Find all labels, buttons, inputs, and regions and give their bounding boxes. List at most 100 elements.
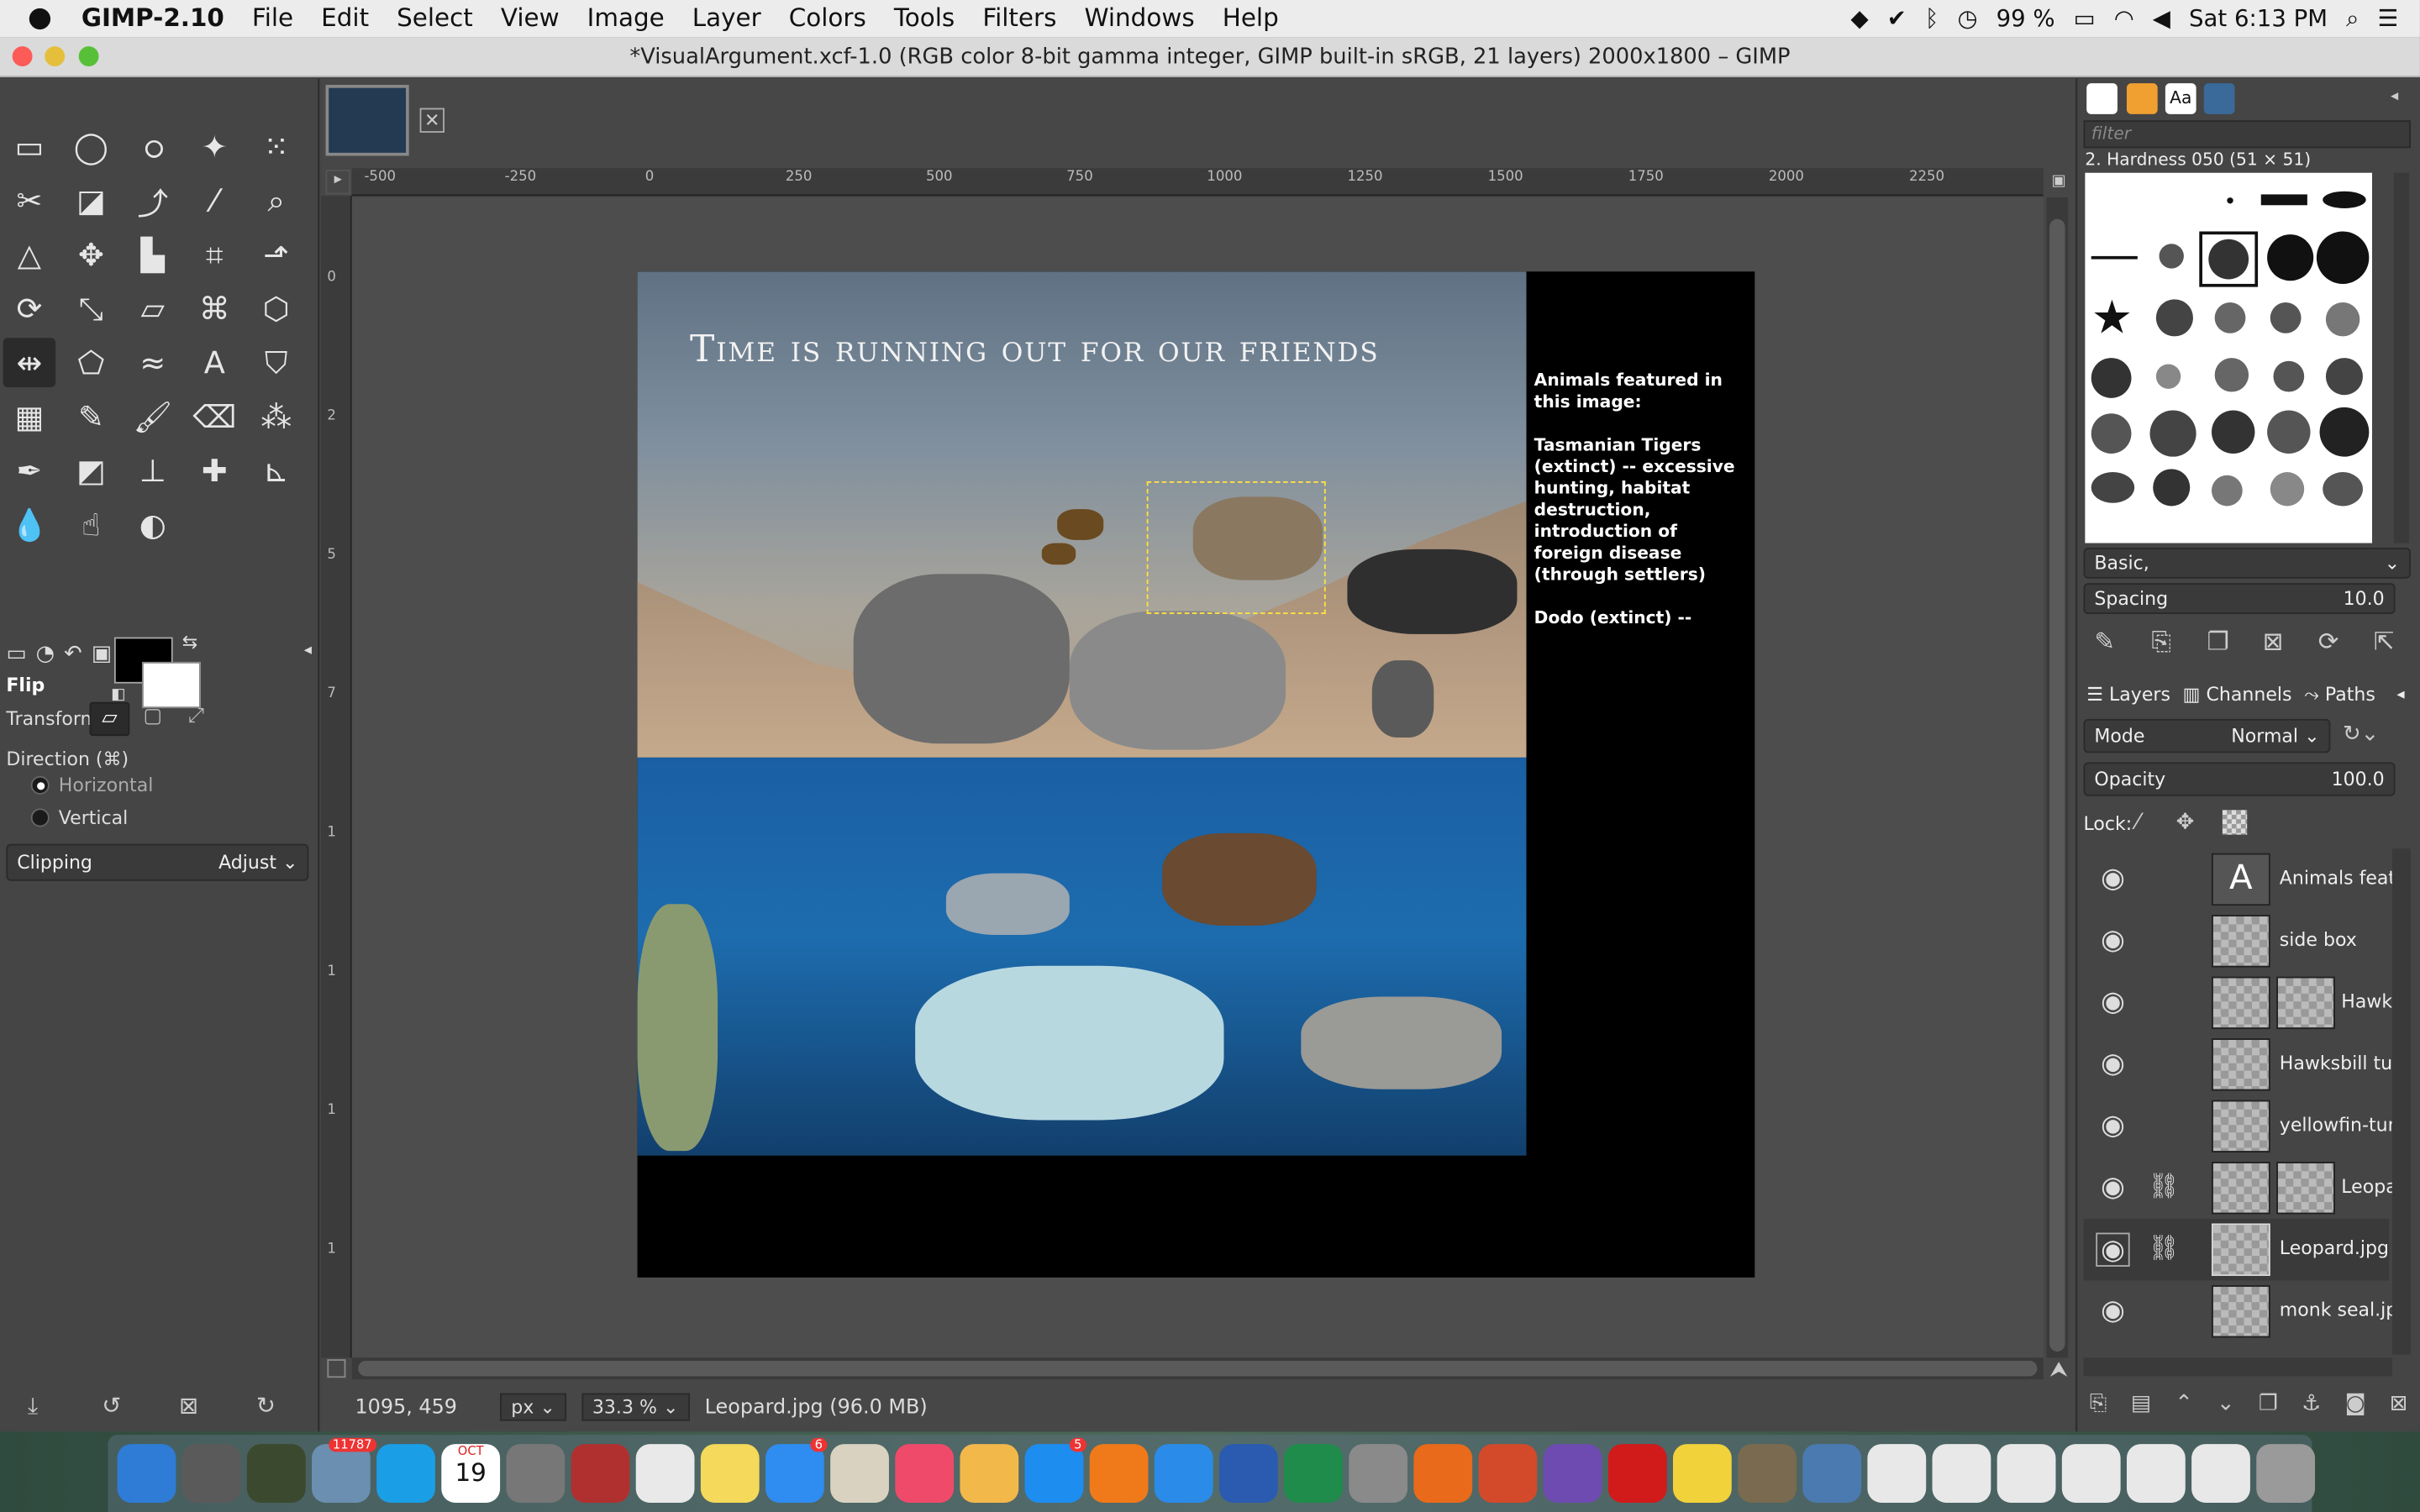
configure-tab-icon[interactable]: ◂ [2391,88,2398,105]
help-icon[interactable] [506,1444,566,1503]
document-icon[interactable] [2126,1444,2186,1503]
layers-scrollbar[interactable] [2391,848,2411,1355]
brush-swatch[interactable] [2155,364,2181,389]
preview-icon[interactable] [1802,1444,1862,1503]
eye-icon[interactable]: ◉ [2096,986,2129,1020]
mail-app-icon[interactable]: 11787 [312,1437,377,1503]
close-window-button[interactable] [12,46,33,66]
excel-icon[interactable] [1284,1444,1343,1503]
brush-swatch[interactable] [2260,194,2307,206]
patterns-tab-icon[interactable] [2126,83,2158,114]
acrobat-icon[interactable] [1607,1444,1667,1503]
configure-tab-icon[interactable]: ◂ [304,642,312,669]
paintbrush-tool-icon[interactable]: 🖌 [127,392,179,442]
eye-icon[interactable]: ◉ [2096,1171,2129,1205]
images-tab-icon[interactable]: ▣ [92,642,112,669]
transform-path-button[interactable]: ⤢ [182,705,210,732]
mask-layer-icon[interactable]: ◙ [2344,1392,2365,1423]
ink-tool-icon[interactable]: ✒ [3,446,55,496]
warp-tool-icon[interactable]: ≈ [127,338,179,387]
time-machine-icon[interactable]: ◷ [1957,5,1977,33]
lock-pixels-icon[interactable]: ⁄ [2136,810,2139,834]
fonts-tab-icon[interactable]: Aa [2165,83,2196,114]
perspective-clone-tool-icon[interactable]: ⊾ [250,446,302,496]
clipping-select[interactable]: Clipping Adjust ⌄ [6,843,309,881]
photos-icon[interactable] [960,1444,1019,1503]
mypaint-brush-tool-icon[interactable]: ◩ [65,446,117,496]
eye-icon[interactable]: ◉ [2096,863,2129,896]
eye-icon[interactable]: ◉ [2096,1232,2130,1267]
itunes-icon[interactable] [895,1444,955,1503]
layer-row[interactable]: ◉ A Animals featur [2084,848,2392,910]
todo-check-icon[interactable]: ✔ [1887,5,1907,33]
layer-row[interactable]: ◉ Hawksbill turtle [2084,1034,2392,1095]
vertical-scroll-thumb[interactable] [2049,218,2065,1352]
clock[interactable]: Sat 6:13 PM [2189,5,2328,33]
eye-icon[interactable]: ◉ [2096,924,2129,958]
spacing-slider[interactable]: Spacing 10.0 [2083,583,2396,615]
horizontal-scroll-thumb[interactable] [358,1360,2038,1377]
tab-layers[interactable]: ☰ Layers [2086,684,2170,706]
scale-tool-icon[interactable]: ⤡ [65,284,117,333]
brush-swatch[interactable] [2091,255,2138,260]
brush-swatch[interactable] [2091,358,2132,398]
photo-booth-icon[interactable] [571,1444,630,1503]
new-brush-icon[interactable]: ⎘ [2151,627,2171,658]
menu-layer[interactable]: Layer [678,0,775,37]
new-layer-group-icon[interactable]: ▤ [2131,1392,2151,1423]
rotate-tool-icon[interactable]: ⟳ [3,284,55,333]
cyberduck-icon[interactable] [1672,1444,1732,1503]
duplicate-brush-icon[interactable]: ❐ [2207,627,2228,656]
safari-icon[interactable] [1154,1444,1213,1503]
selection-marquee[interactable] [1146,481,1326,615]
layer-row[interactable]: ◉ ⛓ Leopa [2084,1158,2392,1219]
gimp-icon[interactable] [1738,1444,1797,1503]
opacity-slider[interactable]: Opacity 100.0 [2083,762,2396,796]
scissors-select-tool-icon[interactable]: ✂ [3,176,55,225]
select-by-color-tool-icon[interactable]: ⁙ [250,122,302,171]
unified-transform-tool-icon[interactable]: ⬏ [250,230,302,280]
eye-icon[interactable]: ◉ [2096,1047,2129,1081]
minimize-window-button[interactable] [45,46,66,66]
brush-swatch[interactable] [2153,469,2191,507]
brush-swatch[interactable] [2227,197,2233,204]
cage-transform-tool-icon[interactable]: ⬠ [65,338,117,387]
menu-arrow-icon[interactable]: ▸ [325,170,350,195]
tab-channels[interactable]: ▥ Channels [2183,684,2292,706]
bucket-fill-tool-icon[interactable]: ⛉ [250,338,302,387]
brush-swatch[interactable] [2214,358,2249,392]
brush-swatch[interactable] [2267,410,2311,454]
zoom-select[interactable]: 33.3 % ⌄ [581,1393,690,1421]
transform-layer-button[interactable]: ▱ [89,701,130,737]
pencil-tool-icon[interactable]: ✎ [65,392,117,442]
restore-tool-preset-icon[interactable]: ↺ [102,1392,121,1420]
tool-options-tab-icon[interactable]: ▭ [6,642,26,669]
free-select-tool-icon[interactable]: ഠ [127,122,179,171]
brush-swatch[interactable] [2325,302,2360,337]
brush-swatch[interactable] [2270,472,2305,507]
app-menu[interactable]: GIMP-2.10 [66,0,238,37]
anchor-layer-icon[interactable]: ⚓ [2302,1392,2321,1423]
menu-view[interactable]: View [487,0,573,37]
device-status-tab-icon[interactable]: ◔ [36,642,55,669]
text-tool-icon[interactable]: A [188,338,240,387]
maps-icon[interactable] [830,1444,889,1503]
blur-tool-icon[interactable]: 💧 [3,500,55,549]
zoom-tool-icon[interactable]: ⌕ [250,176,302,225]
calendar-icon[interactable]: OCT 19 [441,1444,501,1503]
document-icon[interactable] [1996,1444,2056,1503]
clone-tool-icon[interactable]: ⊥ [127,446,179,496]
dropbox-icon[interactable]: ◆ [1850,5,1868,33]
brush-swatch[interactable] [2270,302,2302,333]
smudge-tool-icon[interactable]: ☝ [65,500,117,549]
gnucash-icon[interactable] [246,1444,306,1503]
perspective-tool-icon[interactable]: ⬡ [250,284,302,333]
vertical-radio[interactable] [30,808,50,827]
selected-brush-swatch[interactable] [2199,231,2259,287]
menu-file[interactable]: File [238,0,307,37]
eye-icon[interactable]: ◉ [2096,1294,2129,1328]
brush-swatch[interactable]: ★ [2091,296,2133,343]
ellipse-select-tool-icon[interactable]: ◯ [65,122,117,171]
warp-transform-tool-icon[interactable]: ⌘ [188,284,240,333]
brush-swatch[interactable] [2214,302,2246,333]
